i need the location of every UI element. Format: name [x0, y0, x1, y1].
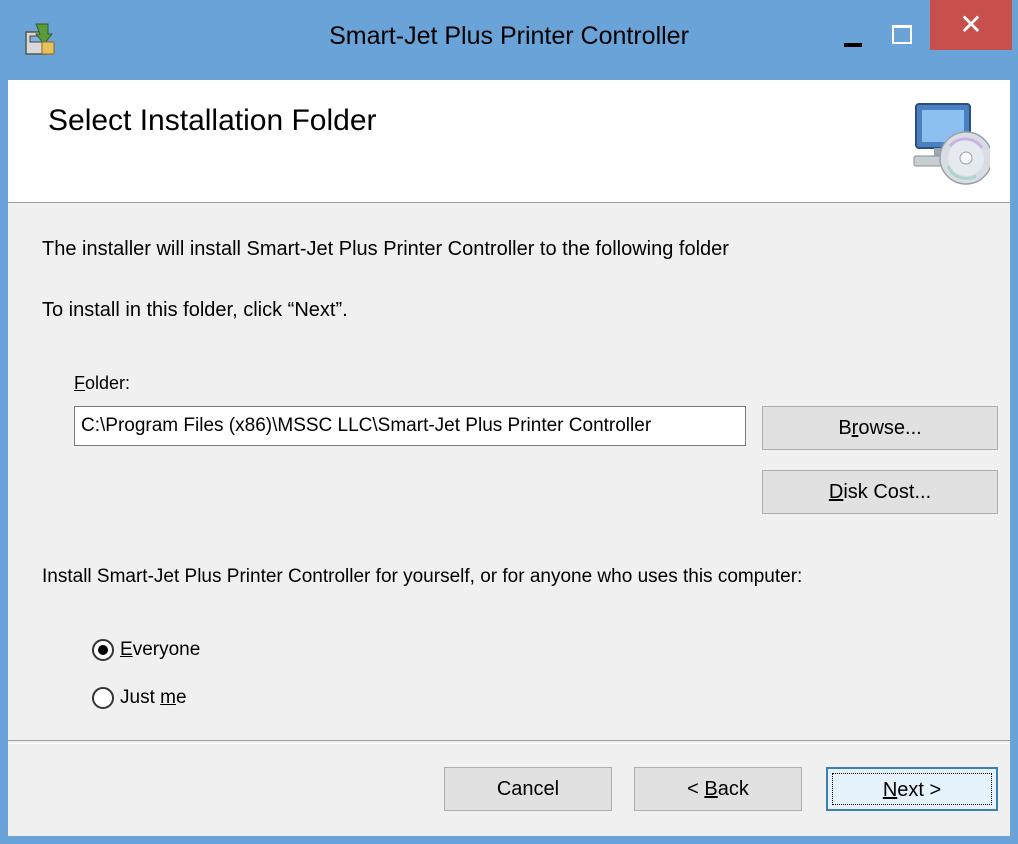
disk-cost-button[interactable]: Disk Cost... — [762, 470, 998, 514]
browse-label: Browse... — [838, 417, 922, 439]
folder-label-rest: older: — [85, 373, 131, 393]
wizard-header: Select Installation Folder — [8, 80, 1010, 203]
intro-text: The installer will install Smart-Jet Plu… — [42, 238, 729, 260]
next-button[interactable]: Next > — [826, 767, 998, 811]
minimize-button[interactable] — [836, 20, 872, 56]
back-label: < Back — [687, 778, 749, 800]
instruction-text: To install in this folder, click “Next”. — [42, 299, 348, 321]
installer-window: Smart-Jet Plus Printer Controller ✕ Sele… — [0, 0, 1018, 844]
back-button[interactable]: < Back — [634, 767, 802, 811]
folder-label-mnemonic: F — [74, 373, 85, 393]
computer-disc-icon — [910, 96, 993, 196]
install-for-text: Install Smart-Jet Plus Printer Controlle… — [42, 566, 803, 587]
cancel-label: Cancel — [496, 778, 560, 800]
focus-indicator — [832, 773, 992, 805]
just-me-label[interactable]: Just me — [120, 687, 187, 709]
page-title: Select Installation Folder — [48, 104, 377, 137]
folder-label: Folder: — [74, 373, 130, 394]
footer-divider — [8, 740, 1010, 744]
close-icon: ✕ — [959, 9, 983, 40]
just-me-radio[interactable] — [92, 687, 114, 709]
everyone-label[interactable]: Everyone — [120, 639, 200, 661]
close-button[interactable]: ✕ — [930, 0, 1012, 50]
title-bar[interactable]: Smart-Jet Plus Printer Controller ✕ — [0, 0, 1018, 80]
everyone-radio[interactable] — [92, 639, 114, 661]
browse-button[interactable]: Browse... — [762, 406, 998, 450]
radio-selected-dot — [98, 645, 108, 655]
maximize-button[interactable] — [884, 20, 920, 56]
folder-path-input[interactable] — [74, 406, 746, 446]
wizard-content: The installer will install Smart-Jet Plu… — [8, 203, 1010, 740]
cancel-button[interactable]: Cancel — [444, 767, 612, 811]
disk-cost-label: Disk Cost... — [828, 481, 932, 503]
